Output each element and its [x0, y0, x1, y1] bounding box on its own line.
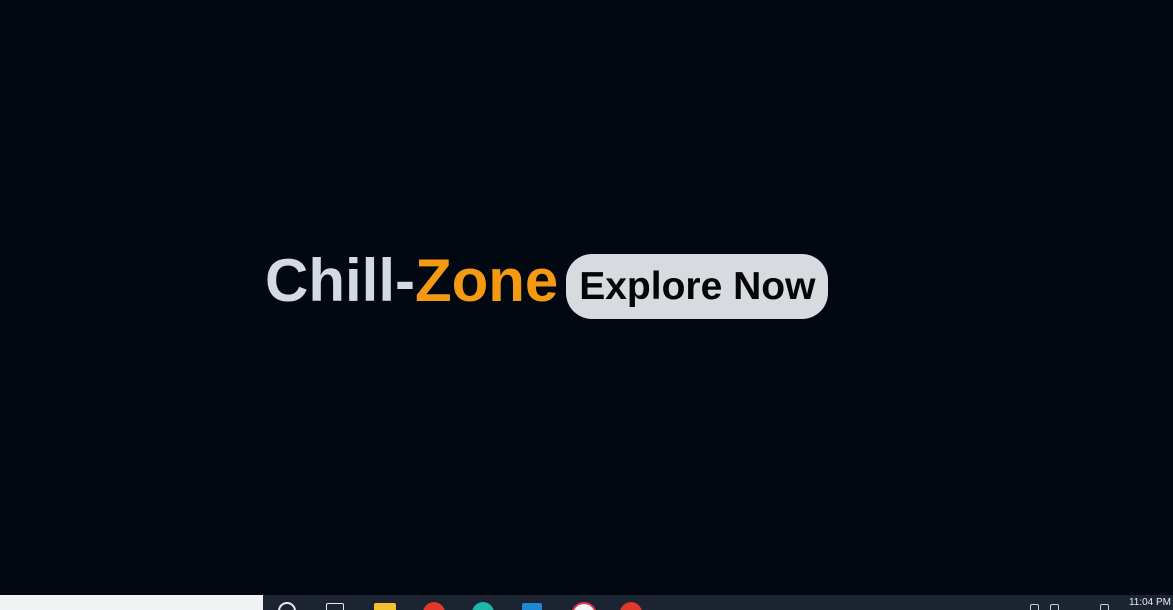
tray-battery-icon[interactable] — [1100, 604, 1109, 610]
chrome-icon[interactable] — [423, 602, 445, 610]
search-icon[interactable] — [278, 602, 296, 610]
hero-section: Chill-Zone Explore Now — [265, 242, 829, 319]
file-explorer-icon[interactable] — [374, 603, 396, 610]
edge-icon[interactable] — [472, 602, 494, 610]
page: Chill-Zone Explore Now 11:04 PM — [0, 0, 1173, 610]
task-view-icon[interactable] — [326, 603, 344, 610]
explore-now-button[interactable]: Explore Now — [566, 254, 829, 319]
tray-volume-icon[interactable] — [1050, 604, 1059, 610]
brand-text-zone: Zone — [414, 246, 559, 314]
tray-network-icon[interactable] — [1030, 604, 1039, 610]
chrome-profile-icon[interactable] — [620, 602, 642, 610]
vscode-icon[interactable] — [522, 603, 542, 610]
windows-taskbar: 11:04 PM — [0, 595, 1173, 610]
taskbar-clock[interactable]: 11:04 PM — [1129, 597, 1171, 608]
paint-icon[interactable] — [571, 602, 597, 610]
taskbar-search-box[interactable] — [0, 595, 263, 610]
brand-text-chill: Chill- — [265, 246, 415, 314]
brand-logo-text: Chill-Zone — [265, 246, 559, 314]
